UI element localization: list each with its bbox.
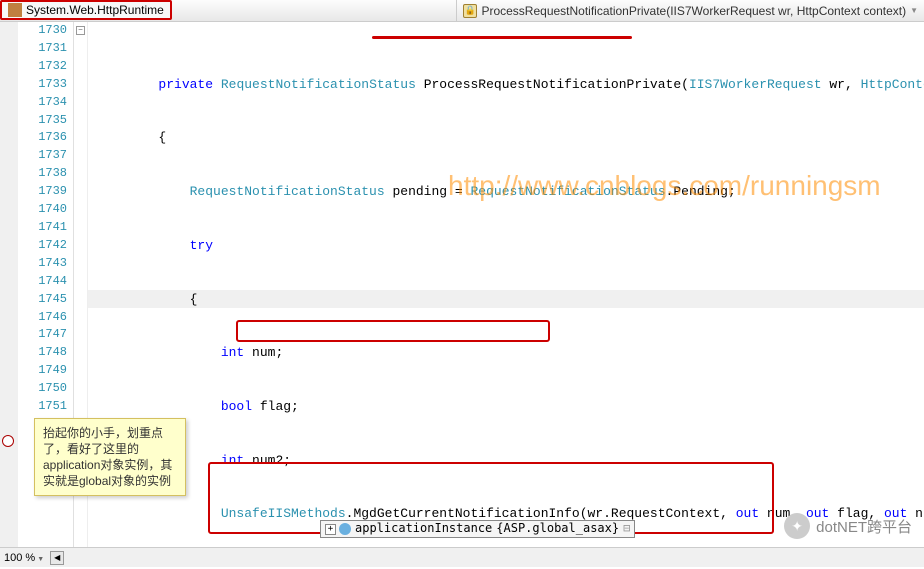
annotation-box-1 — [236, 320, 550, 342]
line-number: 1743 — [18, 255, 67, 273]
code-line: int num; — [88, 344, 924, 362]
expand-icon[interactable]: + — [325, 524, 336, 535]
annotation-underline — [372, 36, 632, 39]
line-number: 1731 — [18, 40, 67, 58]
code-line: private RequestNotificationStatus Proces… — [88, 76, 924, 94]
line-number: 1745 — [18, 291, 67, 309]
line-number: 1749 — [18, 362, 67, 380]
line-number: 1736 — [18, 129, 67, 147]
line-number: 1735 — [18, 112, 67, 130]
field-icon — [339, 523, 351, 535]
line-number: 1750 — [18, 380, 67, 398]
navigation-bar: System.Web.HttpRuntime 🔒 ProcessRequestN… — [0, 0, 924, 22]
code-line: { — [88, 291, 924, 309]
wechat-icon: ✦ — [784, 513, 810, 539]
zoom-dropdown[interactable]: 100 % — [4, 552, 44, 564]
line-number: 1751 — [18, 398, 67, 416]
line-number: 1747 — [18, 326, 67, 344]
line-number: 1741 — [18, 219, 67, 237]
class-icon — [8, 3, 22, 17]
tooltip-variable: applicationInstance — [355, 520, 492, 538]
code-line: try — [88, 237, 924, 255]
annotation-note: 抬起你的小手，划重点了，看好了这里的application对象实例，其实就是gl… — [34, 418, 186, 496]
method-signature-label: ProcessRequestNotificationPrivate(IIS7Wo… — [481, 4, 906, 18]
code-line: { — [88, 129, 924, 147]
class-selector[interactable]: System.Web.HttpRuntime — [0, 0, 172, 20]
code-line: RequestNotificationStatus pending = Requ… — [88, 183, 924, 201]
line-number: 1742 — [18, 237, 67, 255]
line-number: 1744 — [18, 273, 67, 291]
line-number: 1748 — [18, 344, 67, 362]
line-number: 1730 — [18, 22, 67, 40]
code-area[interactable]: private RequestNotificationStatus Proces… — [88, 22, 924, 547]
code-line: int num2; — [88, 452, 924, 470]
line-number: 1737 — [18, 147, 67, 165]
method-selector[interactable]: 🔒 ProcessRequestNotificationPrivate(IIS7… — [456, 0, 924, 21]
note-text: 抬起你的小手，划重点了，看好了这里的application对象实例，其实就是gl… — [43, 426, 172, 488]
line-number: 1746 — [18, 309, 67, 327]
code-line: bool flag; — [88, 398, 924, 416]
line-number: 1738 — [18, 165, 67, 183]
bookmark-marker[interactable] — [2, 435, 14, 447]
scroll-left-button[interactable]: ◀ — [50, 551, 64, 565]
class-name-label: System.Web.HttpRuntime — [26, 3, 164, 17]
line-number: 1732 — [18, 58, 67, 76]
wechat-label: dotNET跨平台 — [816, 516, 912, 537]
line-number: 1734 — [18, 94, 67, 112]
line-number: 1733 — [18, 76, 67, 94]
pin-icon[interactable]: ⊟ — [623, 520, 630, 538]
tooltip-value: {ASP.global_asax} — [496, 520, 619, 538]
lock-icon: 🔒 — [463, 4, 477, 18]
line-number: 1740 — [18, 201, 67, 219]
status-bar: 100 % ◀ — [0, 547, 924, 567]
line-number: 1739 — [18, 183, 67, 201]
breakpoint-margin[interactable] — [0, 22, 18, 547]
wechat-watermark: ✦ dotNET跨平台 — [784, 513, 912, 539]
fold-toggle[interactable]: − — [76, 26, 85, 35]
debug-value-tooltip[interactable]: + applicationInstance {ASP.global_asax} … — [320, 520, 635, 538]
